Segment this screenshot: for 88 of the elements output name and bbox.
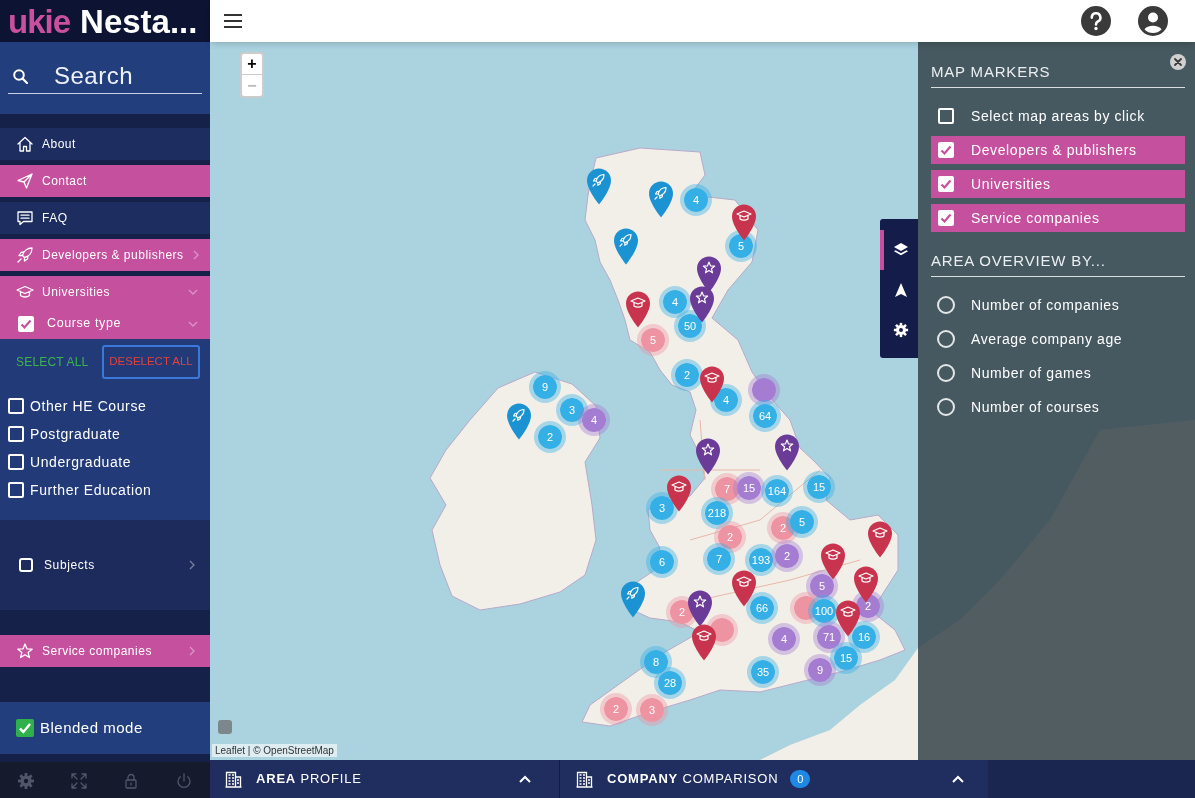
radio-button[interactable]	[937, 296, 955, 314]
graduation-cap-pin-icon[interactable]	[866, 520, 894, 558]
graduation-cap-pin-icon[interactable]	[665, 474, 693, 512]
select-all-button[interactable]: SELECT ALL	[16, 353, 89, 371]
star-pin-icon[interactable]	[686, 589, 714, 627]
paper-plane-icon	[16, 172, 34, 190]
radio-button[interactable]	[937, 364, 955, 382]
radio-button[interactable]	[937, 330, 955, 348]
menu-item[interactable]: Developers & publishers	[0, 239, 210, 271]
graduation-cap-pin-icon[interactable]	[690, 623, 718, 661]
radio-option[interactable]: Average company age	[931, 325, 1185, 353]
checkbox[interactable]	[18, 315, 34, 332]
search-field[interactable]: Search	[8, 58, 202, 94]
section-heading: MAP MARKERS	[931, 62, 1185, 88]
search-input[interactable]: Search	[54, 57, 194, 94]
home-icon	[16, 135, 34, 153]
checkbox[interactable]	[938, 108, 954, 124]
logo-brand: ukie	[8, 4, 71, 38]
menu-item[interactable]: Service companies	[0, 635, 210, 667]
panel-header[interactable]: AREA PROFILE	[210, 760, 560, 798]
chevron-up-icon[interactable]	[952, 774, 964, 784]
star-pin-icon[interactable]	[695, 255, 723, 293]
course-type-option[interactable]: Further Education	[0, 476, 210, 504]
rocket-pin-icon[interactable]	[585, 167, 613, 205]
rocket-pin-icon[interactable]	[612, 227, 640, 265]
power-icon[interactable]	[174, 772, 193, 790]
course-type-option[interactable]: Postgraduate	[0, 420, 210, 448]
attribution-text: Leaflet | © OpenStreetMap	[212, 744, 337, 757]
checkbox-option[interactable]: Universities	[931, 170, 1185, 198]
filter-item[interactable]: Subjects	[0, 550, 210, 580]
panel-header[interactable]: COMPANY COMPARISON 0	[560, 760, 988, 798]
menu-item[interactable]: Contact	[0, 165, 210, 197]
chat-icon	[16, 209, 34, 227]
fullscreen-icon[interactable]	[69, 772, 88, 790]
checkbox[interactable]	[8, 482, 24, 498]
count-badge: 0	[790, 770, 811, 788]
settings-icon[interactable]	[17, 772, 36, 790]
star-icon	[16, 642, 34, 660]
menu-item[interactable]: FAQ	[0, 202, 210, 234]
rocket-pin-icon[interactable]	[505, 402, 533, 440]
logo-title: Nesta...	[80, 4, 198, 38]
graduation-cap-pin-icon[interactable]	[730, 203, 758, 241]
search-icon	[12, 67, 28, 84]
checkbox[interactable]	[938, 210, 954, 226]
menu-item[interactable]: Universities	[0, 276, 210, 308]
blended-mode-toggle[interactable]: Blended mode	[16, 716, 143, 740]
account-icon[interactable]	[1138, 6, 1168, 36]
building-icon	[225, 770, 242, 788]
rocket-pin-icon[interactable]	[647, 180, 675, 218]
checkbox-option[interactable]: Select map areas by click	[931, 102, 1185, 130]
chevron-up-icon[interactable]	[519, 774, 531, 784]
menu-icon[interactable]	[224, 14, 242, 28]
radio-option[interactable]: Number of courses	[931, 393, 1185, 421]
radio-button[interactable]	[937, 398, 955, 416]
checkbox[interactable]	[19, 558, 33, 572]
close-icon[interactable]	[1170, 54, 1186, 70]
checkbox[interactable]	[16, 719, 34, 737]
checkbox[interactable]	[938, 176, 954, 192]
radio-option[interactable]: Number of games	[931, 359, 1185, 387]
checkbox[interactable]	[938, 142, 954, 158]
graduation-cap-pin-icon[interactable]	[819, 542, 847, 580]
star-pin-icon[interactable]	[694, 437, 722, 475]
checkbox-option[interactable]: Developers & publishers	[931, 136, 1185, 164]
navigation-arrow-icon	[893, 282, 909, 298]
course-type-option[interactable]: Undergraduate	[0, 448, 210, 476]
help-icon[interactable]	[1081, 6, 1111, 36]
building-icon	[576, 770, 593, 788]
star-pin-icon[interactable]	[688, 285, 716, 323]
graduation-cap-pin-icon[interactable]	[624, 290, 652, 328]
course-type-option[interactable]: Other HE Course	[0, 392, 210, 420]
filter-item[interactable]: Course type	[0, 308, 210, 339]
checkbox[interactable]	[8, 398, 24, 414]
star-pin-icon[interactable]	[773, 433, 801, 471]
graduation-cap-pin-icon[interactable]	[730, 569, 758, 607]
radio-option[interactable]: Number of companies	[931, 291, 1185, 319]
layers-icon	[893, 242, 909, 258]
graduation-cap-icon	[16, 283, 34, 301]
menu-item[interactable]: About	[0, 128, 210, 160]
deselect-all-button[interactable]: DESELECT ALL	[102, 345, 200, 379]
rocket-pin-icon[interactable]	[619, 580, 647, 618]
graduation-cap-pin-icon[interactable]	[852, 565, 880, 603]
checkbox[interactable]	[8, 426, 24, 442]
rocket-icon	[16, 246, 34, 264]
checkbox[interactable]	[8, 454, 24, 470]
checkbox-option[interactable]: Service companies	[931, 204, 1185, 232]
settings-icon	[893, 322, 909, 338]
section-heading: AREA OVERVIEW BY...	[931, 251, 1185, 277]
zoom-in-button[interactable]: +	[242, 54, 262, 75]
